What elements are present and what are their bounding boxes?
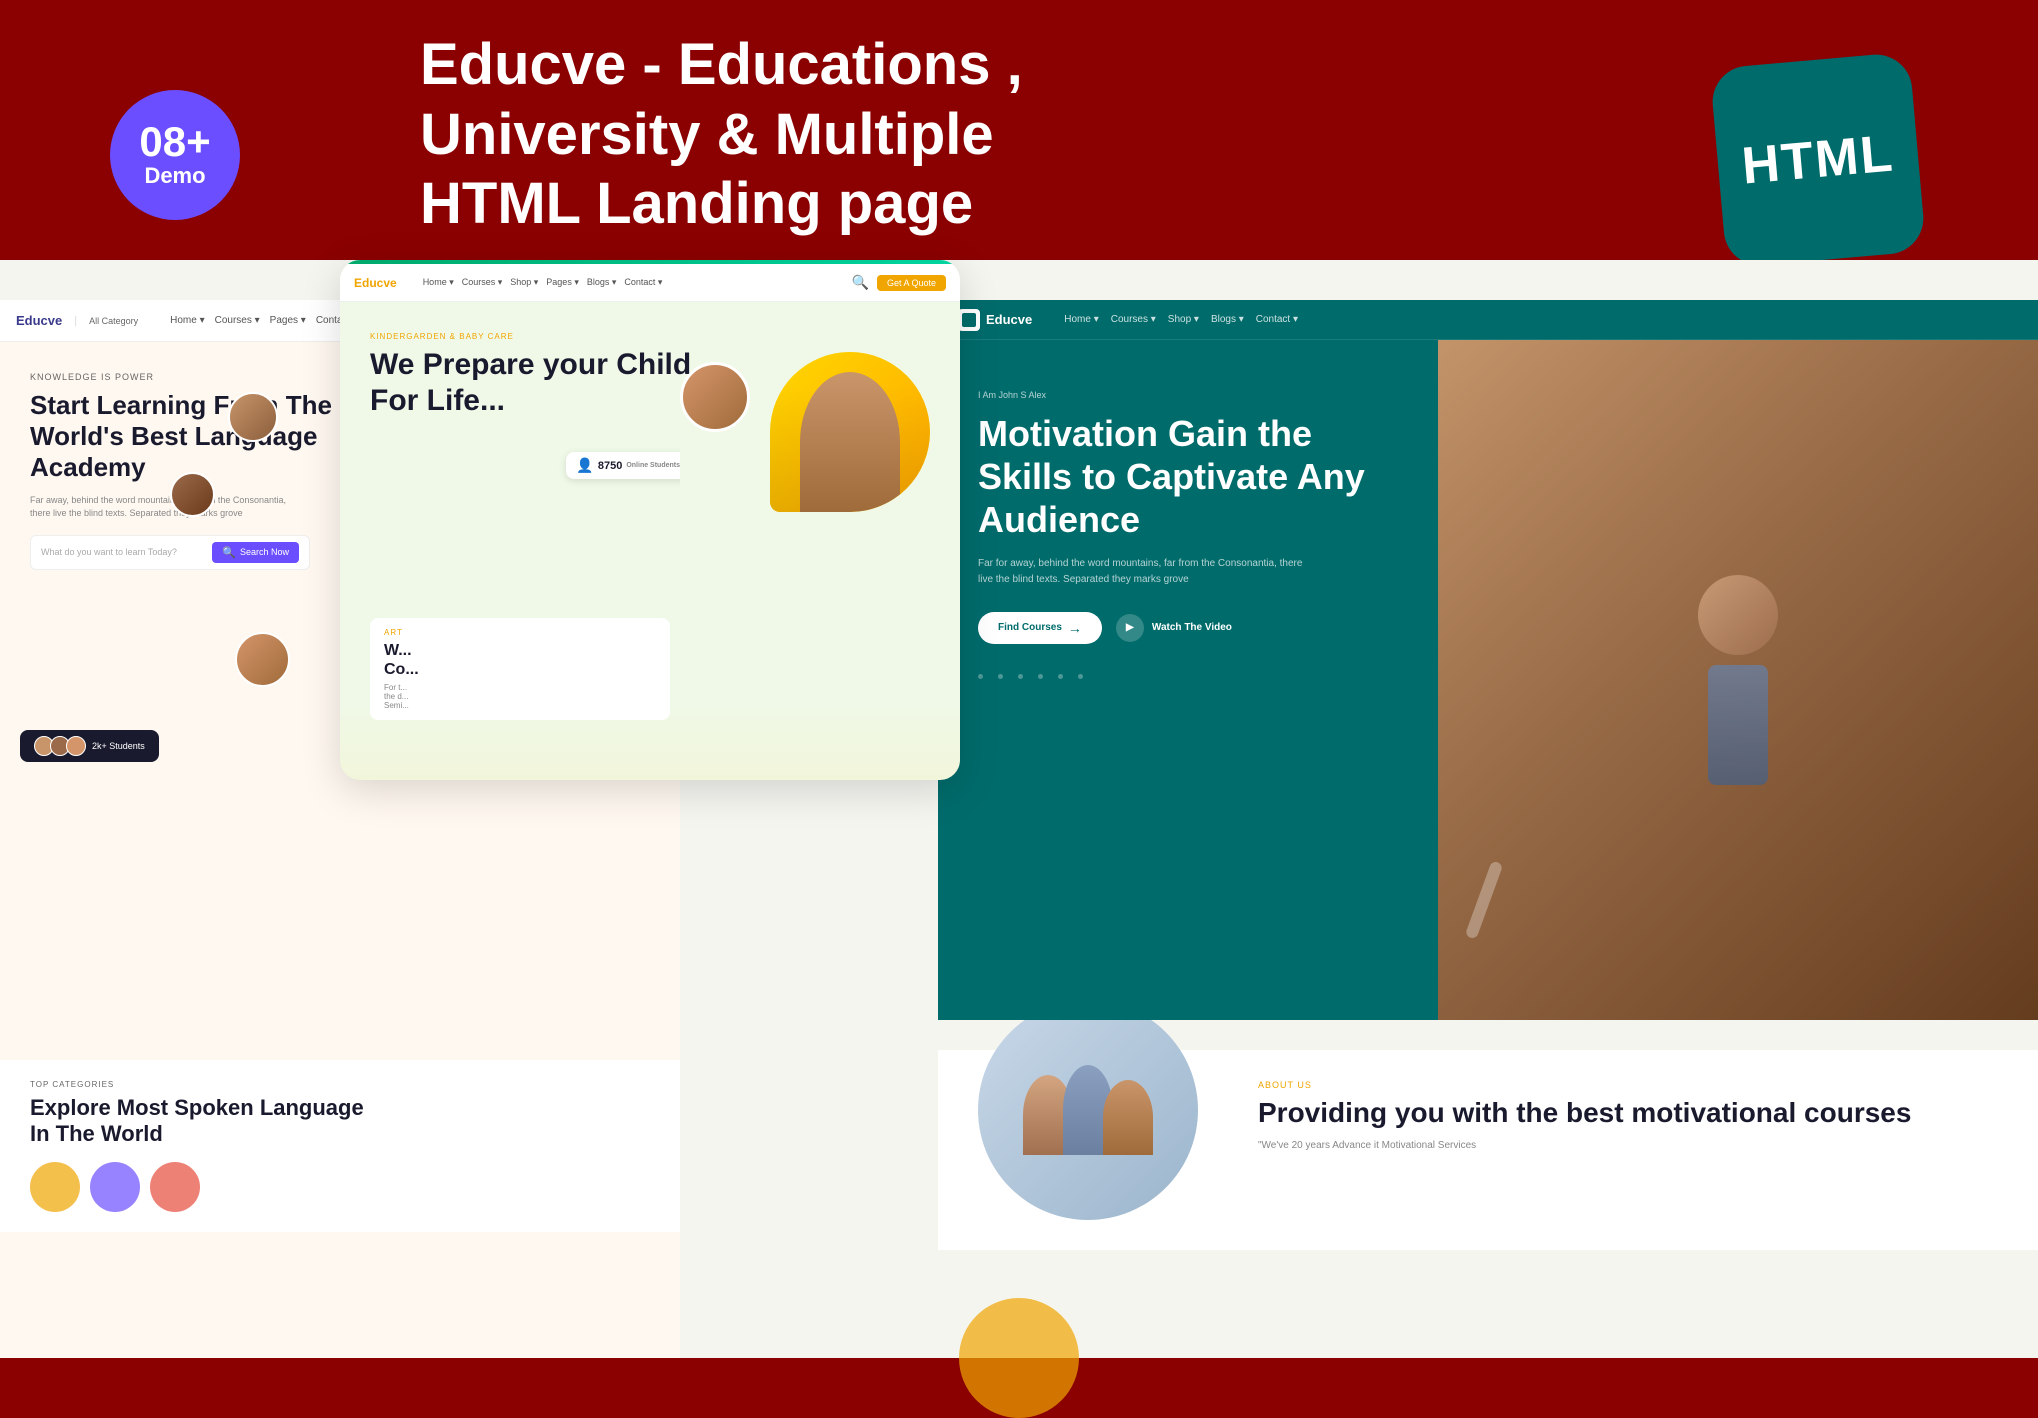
search-bar[interactable]: What do you want to learn Today? 🔍 Searc… [30, 535, 310, 570]
screenshot-right: Educve Home ▾ Courses ▾ Shop ▾ Blogs ▾ C… [938, 300, 2038, 1020]
nav-bar-right: Educve Home ▾ Courses ▾ Shop ▾ Blogs ▾ C… [938, 300, 2038, 340]
dot [978, 674, 983, 679]
nav-links-left: Home ▾ Courses ▾ Pages ▾ Contact ▾ [170, 315, 358, 326]
dot [1078, 674, 1083, 679]
nav-links-right: Home ▾ Courses ▾ Shop ▾ Blogs ▾ Contact … [1064, 314, 1298, 325]
category-icon-1 [30, 1162, 80, 1212]
category-icon-3 [150, 1162, 200, 1212]
nav-bar-center: Educve Home ▾ Courses ▾ Shop ▾ Pages ▾ B… [340, 264, 960, 302]
dot [1018, 674, 1023, 679]
orange-decoration [959, 1298, 1079, 1418]
nav-links-center: Home ▾ Courses ▾ Shop ▾ Pages ▾ Blogs ▾ … [423, 277, 663, 288]
dot [1058, 674, 1063, 679]
nav-logo-right-wrapper: Educve [958, 309, 1032, 331]
right-title: Motivation Gain the Skills to Captivate … [978, 412, 1398, 542]
bottom-label-left: TOP CATEGORIES [30, 1080, 650, 1089]
about-text-group: About Us Providing you with the best mot… [1258, 1080, 1998, 1220]
nav-logo-right: Educve [986, 312, 1032, 327]
watch-video-btn[interactable]: ▶ Watch The Video [1116, 614, 1232, 642]
hero-center: KINDERGARDEN & BABY CARE We Prepare your… [340, 302, 960, 447]
about-desc: "We've 20 years Advance it Motivational … [1258, 1138, 1998, 1153]
hero-desc-left: Far away, behind the word mountains, far… [30, 494, 290, 521]
students-badge: 👤 8750 Online Students [566, 452, 680, 479]
bottom-title-left: Explore Most Spoken Language In The Worl… [30, 1095, 650, 1148]
top-border [340, 260, 960, 264]
bottom-section-left: TOP CATEGORIES Explore Most Spoken Langu… [0, 1060, 680, 1232]
right-text: I Am John S Alex Motivation Gain the Ski… [938, 340, 1438, 1020]
find-courses-btn[interactable]: Find Courses → [978, 612, 1102, 644]
center-bottom-preview: ART W...Co... For t...the d...Semi... [370, 618, 930, 720]
demo-badge-label: Demo [144, 163, 205, 189]
play-icon: ▶ [1116, 614, 1144, 642]
nav-logo-center: Educve [354, 276, 397, 290]
right-content: I Am John S Alex Motivation Gain the Ski… [938, 340, 2038, 1020]
html-badge: HTML [1710, 52, 1927, 269]
right-desc: Far for away, behind the word mountains,… [978, 556, 1318, 588]
avatar-float-1 [228, 392, 278, 442]
floating-avatar-center [680, 362, 750, 432]
about-title: Providing you with the best motivational… [1258, 1096, 1998, 1130]
search-icon-center[interactable]: 🔍 [852, 274, 869, 291]
sc-hero-sub: KINDERGARDEN & BABY CARE [370, 332, 930, 341]
avatar-float-3 [235, 632, 290, 687]
bottom-right-section: About Us Providing you with the best mot… [938, 1050, 2038, 1250]
demo-badge: 08+ Demo [110, 90, 240, 220]
nav-logo-left: Educve [16, 313, 62, 328]
category-icon-2 [90, 1162, 140, 1212]
dots-decoration [978, 674, 1398, 679]
search-button[interactable]: 🔍 Search Now [212, 542, 299, 563]
cta-btn-center[interactable]: Get A Quote [877, 275, 946, 291]
content-area: Educve | All Category Home ▾ Courses ▾ P… [0, 260, 2038, 1358]
right-sub: I Am John S Alex [978, 390, 1398, 400]
screenshot-center: Educve Home ▾ Courses ▾ Shop ▾ Pages ▾ B… [340, 260, 960, 780]
avatar-float-2 [170, 472, 215, 517]
students-count-badge: 2k+ Students [20, 730, 159, 762]
hero-image-center [770, 352, 930, 512]
dot [1038, 674, 1043, 679]
main-title: Educve - Educations , University & Multi… [420, 30, 1120, 239]
right-buttons: Find Courses → ▶ Watch The Video [978, 612, 1398, 644]
about-label: About Us [1258, 1080, 1998, 1090]
about-circle-image [978, 1000, 1198, 1220]
dot [998, 674, 1003, 679]
category-icons [30, 1162, 650, 1212]
header: 08+ Demo Educve - Educations , Universit… [0, 0, 2038, 260]
demo-badge-number: 08+ [139, 121, 210, 163]
right-image [1438, 340, 2038, 1020]
